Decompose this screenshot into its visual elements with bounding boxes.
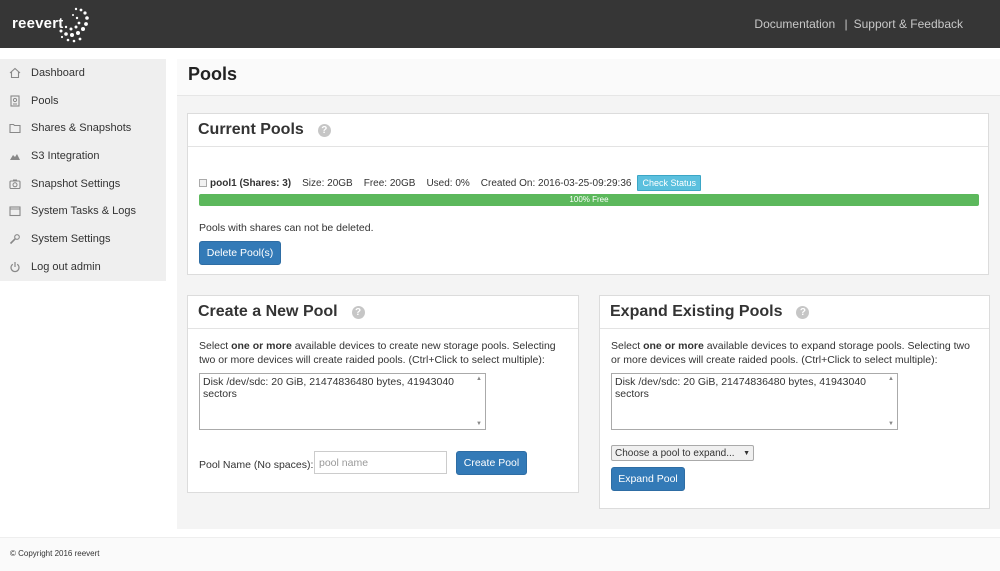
current-pools-title: Current Pools xyxy=(198,121,304,138)
sidebar: Dashboard Pools Shares & Snapshots S3 In… xyxy=(0,59,166,281)
power-icon xyxy=(9,261,21,273)
sidebar-item-label: S3 Integration xyxy=(31,149,100,162)
create-pool-title: Create a New Pool xyxy=(198,303,338,320)
scroll-up-icon[interactable]: ▲ xyxy=(888,376,894,382)
create-pool-button[interactable]: Create Pool xyxy=(456,451,527,475)
sidebar-item-label: Log out admin xyxy=(31,260,101,273)
scroll-up-icon[interactable]: ▲ xyxy=(476,376,482,382)
sidebar-item-dashboard[interactable]: Dashboard xyxy=(0,59,166,87)
sidebar-item-system-tasks-logs[interactable]: System Tasks & Logs xyxy=(0,197,166,225)
desc-text: Select xyxy=(199,340,232,352)
device-option[interactable]: Disk /dev/sdc: 20 GiB, 21474836480 bytes… xyxy=(615,376,894,400)
cloud-icon xyxy=(9,150,21,162)
help-icon[interactable]: ? xyxy=(351,305,365,319)
copyright-text: © Copyright 2016 reevert xyxy=(10,549,100,558)
pool-created: Created On: 2016-03-25-09:29:36 xyxy=(480,177,632,189)
pool-checkbox[interactable] xyxy=(199,179,207,187)
current-pools-header: Current Pools ? xyxy=(188,114,988,147)
sidebar-item-label: Dashboard xyxy=(31,66,85,79)
camera-icon xyxy=(9,178,21,190)
pool-free: Free: 20GB xyxy=(363,177,416,189)
pool-select-value: Choose a pool to expand... xyxy=(615,447,735,459)
pool-size: Size: 20GB xyxy=(302,177,353,189)
expand-pool-device-list[interactable]: Disk /dev/sdc: 20 GiB, 21474836480 bytes… xyxy=(611,373,898,430)
device-option[interactable]: Disk /dev/sdc: 20 GiB, 21474836480 bytes… xyxy=(203,376,482,400)
home-icon xyxy=(9,67,21,79)
expand-pool-title: Expand Existing Pools xyxy=(610,303,783,320)
create-pool-header: Create a New Pool ? xyxy=(188,296,578,329)
pool-row: pool1 (Shares: 3) Size: 20GB Free: 20GB … xyxy=(199,175,701,191)
documentation-link[interactable]: Documentation xyxy=(754,17,835,31)
sidebar-item-shares-snapshots[interactable]: Shares & Snapshots xyxy=(0,114,166,142)
check-status-button[interactable]: Check Status xyxy=(637,175,701,191)
top-bar: reevert Documentation | Support & Feedbac… xyxy=(0,0,1000,48)
pool-name-label: Pool Name (No spaces): xyxy=(199,459,314,471)
expand-pool-button[interactable]: Expand Pool xyxy=(611,467,685,491)
logo-swirl-icon xyxy=(59,7,89,43)
pool-name: pool1 (Shares: 3) xyxy=(210,177,292,189)
sidebar-item-label: Snapshot Settings xyxy=(31,177,121,190)
sidebar-item-logout[interactable]: Log out admin xyxy=(0,253,166,281)
create-pool-panel: Create a New Pool ? Select one or more a… xyxy=(187,295,579,493)
header-separator: | xyxy=(844,17,848,31)
header-links: Documentation | Support & Feedback xyxy=(754,17,963,31)
help-icon[interactable]: ? xyxy=(796,305,810,319)
desc-emphasis: one or more xyxy=(643,340,704,352)
create-pool-device-list[interactable]: Disk /dev/sdc: 20 GiB, 21474836480 bytes… xyxy=(199,373,486,430)
sidebar-item-label: Pools xyxy=(31,94,59,107)
support-feedback-link[interactable]: Support & Feedback xyxy=(854,17,963,31)
footer: © Copyright 2016 reevert xyxy=(0,537,1000,571)
brand-logo[interactable]: reevert xyxy=(12,6,92,44)
dropdown-arrow-icon: ▼ xyxy=(743,449,750,457)
create-pool-description: Select one or more available devices to … xyxy=(199,340,569,367)
expand-pool-header: Expand Existing Pools ? xyxy=(600,296,989,329)
desc-emphasis: one or more xyxy=(231,340,292,352)
desc-text: Select xyxy=(611,340,644,352)
expand-pool-description: Select one or more available devices to … xyxy=(611,340,981,367)
page-header: Pools xyxy=(177,59,1000,96)
help-icon[interactable]: ? xyxy=(317,123,331,137)
expand-pool-panel: Expand Existing Pools ? Select one or mo… xyxy=(599,295,990,509)
window-icon xyxy=(9,205,21,217)
sidebar-item-s3-integration[interactable]: S3 Integration xyxy=(0,142,166,170)
sidebar-item-snapshot-settings[interactable]: Snapshot Settings xyxy=(0,170,166,198)
scroll-down-icon[interactable]: ▼ xyxy=(476,421,482,427)
pool-delete-note: Pools with shares can not be deleted. xyxy=(199,222,374,234)
pool-name-input[interactable]: pool name xyxy=(314,451,447,474)
pool-free-progress-bar: 100% Free xyxy=(199,194,979,206)
main-content: Pools Current Pools ? pool1 (Shares: 3) … xyxy=(177,59,1000,529)
sidebar-item-label: System Settings xyxy=(31,232,111,245)
sidebar-item-system-settings[interactable]: System Settings xyxy=(0,225,166,253)
delete-pools-button[interactable]: Delete Pool(s) xyxy=(199,241,281,265)
sidebar-item-pools[interactable]: Pools xyxy=(0,87,166,115)
database-icon xyxy=(9,94,21,107)
pool-select-dropdown[interactable]: Choose a pool to expand... ▼ xyxy=(611,445,754,461)
scroll-down-icon[interactable]: ▼ xyxy=(888,421,894,427)
wrench-icon xyxy=(9,233,21,245)
listbox-scrollbar[interactable]: ▲ ▼ xyxy=(474,375,484,428)
listbox-scrollbar[interactable]: ▲ ▼ xyxy=(886,375,896,428)
sidebar-item-label: System Tasks & Logs xyxy=(31,205,136,218)
sidebar-item-label: Shares & Snapshots xyxy=(31,122,132,135)
folder-icon xyxy=(9,122,21,134)
page-title: Pools xyxy=(188,64,238,84)
pool-used: Used: 0% xyxy=(426,177,470,189)
current-pools-panel: Current Pools ? pool1 (Shares: 3) Size: … xyxy=(187,113,989,275)
